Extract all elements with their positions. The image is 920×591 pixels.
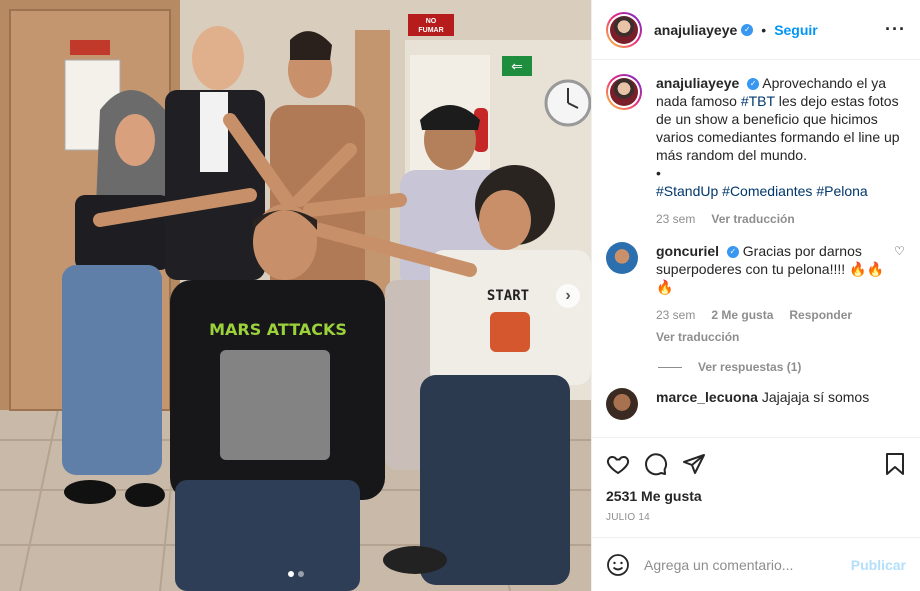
carousel-indicator [0, 571, 591, 577]
post-header: anajuliayeye ✓ • Seguir ··· [592, 0, 920, 60]
emoji-icon[interactable] [606, 553, 630, 577]
caption-username[interactable]: anajuliayeye [656, 75, 739, 91]
chevron-right-icon: › [565, 287, 571, 304]
header-separator: • [761, 21, 767, 38]
caption-bullet: • [656, 165, 661, 181]
comment-time[interactable]: 23 sem [656, 306, 695, 324]
comment-item: marce_lecuona Jajajaja sí somos [606, 388, 906, 420]
caption-translate-link[interactable]: Ver traducción [711, 210, 794, 228]
svg-text:⇐: ⇐ [511, 59, 523, 75]
comment-username[interactable]: marce_lecuona [656, 389, 758, 405]
more-horizontal-icon[interactable]: ··· [885, 19, 906, 40]
verified-badge-icon: ✓ [741, 23, 754, 36]
reply-button[interactable]: Responder [789, 306, 852, 324]
view-replies-label: Ver respuestas (1) [698, 360, 802, 374]
like-heart-icon[interactable] [606, 452, 630, 476]
action-bar: 2531 Me gusta JULIO 14 [592, 437, 920, 537]
comment-like-heart-icon[interactable]: ♡ [894, 244, 906, 346]
commenter-avatar[interactable] [606, 388, 638, 420]
comment-input[interactable] [644, 556, 851, 573]
group-photo-illustration: NO FUMAR ⇐ START MARS ATTACKS [0, 0, 591, 591]
svg-text:START: START [487, 288, 529, 304]
likes-count[interactable]: 2531 Me gusta [606, 488, 906, 504]
caption-avatar[interactable] [606, 74, 642, 110]
post-photo[interactable]: NO FUMAR ⇐ START MARS ATTACKS › [0, 0, 591, 591]
publish-button[interactable]: Publicar [851, 557, 906, 573]
comment-item: goncuriel ✓ Gracias por darnos superpode… [606, 242, 906, 346]
comment-translate-link[interactable]: Ver traducción [656, 328, 739, 346]
comment-bubble-icon[interactable] [644, 452, 668, 476]
caption-hashtags[interactable]: #StandUp #Comediantes #Pelona [656, 182, 906, 200]
carousel-dot-2 [297, 571, 304, 577]
caption: anajuliayeye ✓ Aprovechando el ya nada f… [606, 74, 906, 228]
hashtag-tbt[interactable]: #TBT [741, 93, 775, 109]
svg-text:NO: NO [426, 18, 437, 25]
post-side-panel: anajuliayeye ✓ • Seguir ··· anajuliayeye… [591, 0, 920, 591]
add-comment-bar: Publicar [592, 537, 920, 591]
replies-divider [658, 366, 682, 368]
follow-button[interactable]: Seguir [774, 22, 818, 38]
instagram-post: NO FUMAR ⇐ START MARS ATTACKS › anajulia… [0, 0, 920, 591]
post-date[interactable]: JULIO 14 [606, 512, 906, 523]
verified-badge-icon: ✓ [726, 246, 739, 259]
carousel-dot-1 [287, 571, 294, 577]
carousel-next-button[interactable]: › [556, 284, 580, 308]
comments-section[interactable]: anajuliayeye ✓ Aprovechando el ya nada f… [592, 60, 920, 437]
comment-likes[interactable]: 2 Me gusta [711, 306, 773, 324]
svg-text:MARS ATTACKS: MARS ATTACKS [209, 320, 347, 339]
view-replies-button[interactable]: Ver respuestas (1) [658, 360, 906, 374]
author-avatar[interactable] [606, 11, 642, 48]
comment-username[interactable]: goncuriel [656, 243, 719, 259]
author-username[interactable]: anajuliayeye [654, 22, 737, 38]
share-send-icon[interactable] [682, 452, 706, 476]
comment-text: Jajajaja sí somos [761, 389, 870, 405]
svg-text:FUMAR: FUMAR [418, 27, 443, 34]
commenter-avatar[interactable] [606, 242, 638, 274]
verified-badge-icon: ✓ [747, 78, 760, 91]
bookmark-icon[interactable] [884, 452, 906, 476]
caption-time[interactable]: 23 sem [656, 210, 695, 228]
